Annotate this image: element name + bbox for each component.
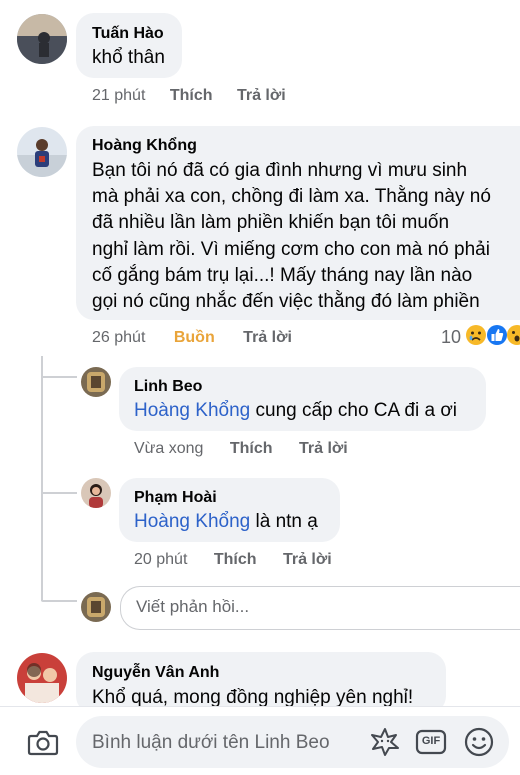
comment-time: 26 phút <box>92 329 146 346</box>
comment-text-line: gọi nó cũng nhắc đến việc thằng đó làm p… <box>92 291 480 312</box>
reply-input-placeholder: Viết phản hồi... <box>136 597 250 616</box>
comment-text-line: nghỉ làm rồi. Vì miếng cơm cho con mà nó… <box>92 239 490 260</box>
mention-link[interactable]: Hoàng Khổng <box>134 400 250 421</box>
thread-line <box>41 356 43 601</box>
sad-reaction-button[interactable]: Buồn <box>174 329 215 347</box>
reply-author[interactable]: Phạm Hoài <box>134 489 217 507</box>
avatar[interactable] <box>17 653 67 703</box>
comment-actions: 21 phút Thích Trả lời <box>92 87 286 105</box>
comment-input-placeholder: Bình luận dưới tên Linh Beo <box>92 732 330 753</box>
like-button[interactable]: Thích <box>214 551 257 569</box>
reply-button[interactable]: Trả lời <box>299 440 348 458</box>
reply-author[interactable]: Linh Beo <box>134 378 202 396</box>
reply-text: Hoàng Khổng cung cấp cho CA đi a ơi <box>134 398 457 424</box>
comment-text-line: cố gắng bám trụ lại...! Mấy tháng nay lầ… <box>92 265 473 286</box>
like-button[interactable]: Thích <box>170 87 213 105</box>
reply-text-content: là ntn ạ <box>250 511 318 532</box>
emoji-icon[interactable] <box>463 726 495 758</box>
mention-link[interactable]: Hoàng Khổng <box>134 511 250 532</box>
sad-face-icon[interactable] <box>465 324 487 346</box>
avatar[interactable] <box>17 127 67 177</box>
comment-text-line: đã nhiều lần làm phiền khiến bạn tôi muố… <box>92 212 450 233</box>
wow-face-icon[interactable] <box>506 324 520 346</box>
reply-time: 20 phút <box>134 551 188 568</box>
reply-button[interactable]: Trả lời <box>237 87 286 105</box>
like-button[interactable]: Thích <box>230 440 273 458</box>
comment-text-line: mà phải xa con, chồng đi làm xa. Thằng n… <box>92 186 491 207</box>
comment-text: khổ thân <box>92 47 165 68</box>
avatar[interactable] <box>81 478 111 508</box>
gif-icon[interactable]: GIF <box>415 728 447 756</box>
avatar <box>81 592 111 622</box>
comment-author[interactable]: Tuấn Hào <box>92 25 164 43</box>
like-reaction-icon[interactable] <box>486 324 508 346</box>
reply-text-content: cung cấp cho CA đi a ơi <box>250 400 458 421</box>
reply-button[interactable]: Trả lời <box>243 329 292 347</box>
comment-text-line: Bạn tôi nó đã có gia đình nhưng vì mưu s… <box>92 160 468 181</box>
comment-author[interactable]: Nguyễn Vân Anh <box>92 664 219 682</box>
avatar[interactable] <box>17 14 67 64</box>
reply-actions: Vừa xong Thích Trả lời <box>134 440 348 458</box>
thread-connector <box>41 492 77 494</box>
thread-connector <box>41 376 77 378</box>
reaction-count[interactable]: 10 <box>441 327 461 348</box>
reply-text: Hoàng Khổng là ntn ạ <box>134 509 318 535</box>
comment-actions: 26 phút Buồn Trả lời <box>92 329 292 347</box>
avatar[interactable] <box>81 367 111 397</box>
reply-time: Vừa xong <box>134 440 204 457</box>
comment-author[interactable]: Hoàng Khổng <box>92 137 197 155</box>
thread-connector <box>41 600 77 602</box>
gif-label: GIF <box>421 735 441 747</box>
sticker-icon[interactable] <box>369 726 401 758</box>
reply-actions: 20 phút Thích Trả lời <box>134 551 332 569</box>
reply-button[interactable]: Trả lời <box>283 551 332 569</box>
comment-time: 21 phút <box>92 87 146 104</box>
camera-icon[interactable] <box>27 727 59 757</box>
